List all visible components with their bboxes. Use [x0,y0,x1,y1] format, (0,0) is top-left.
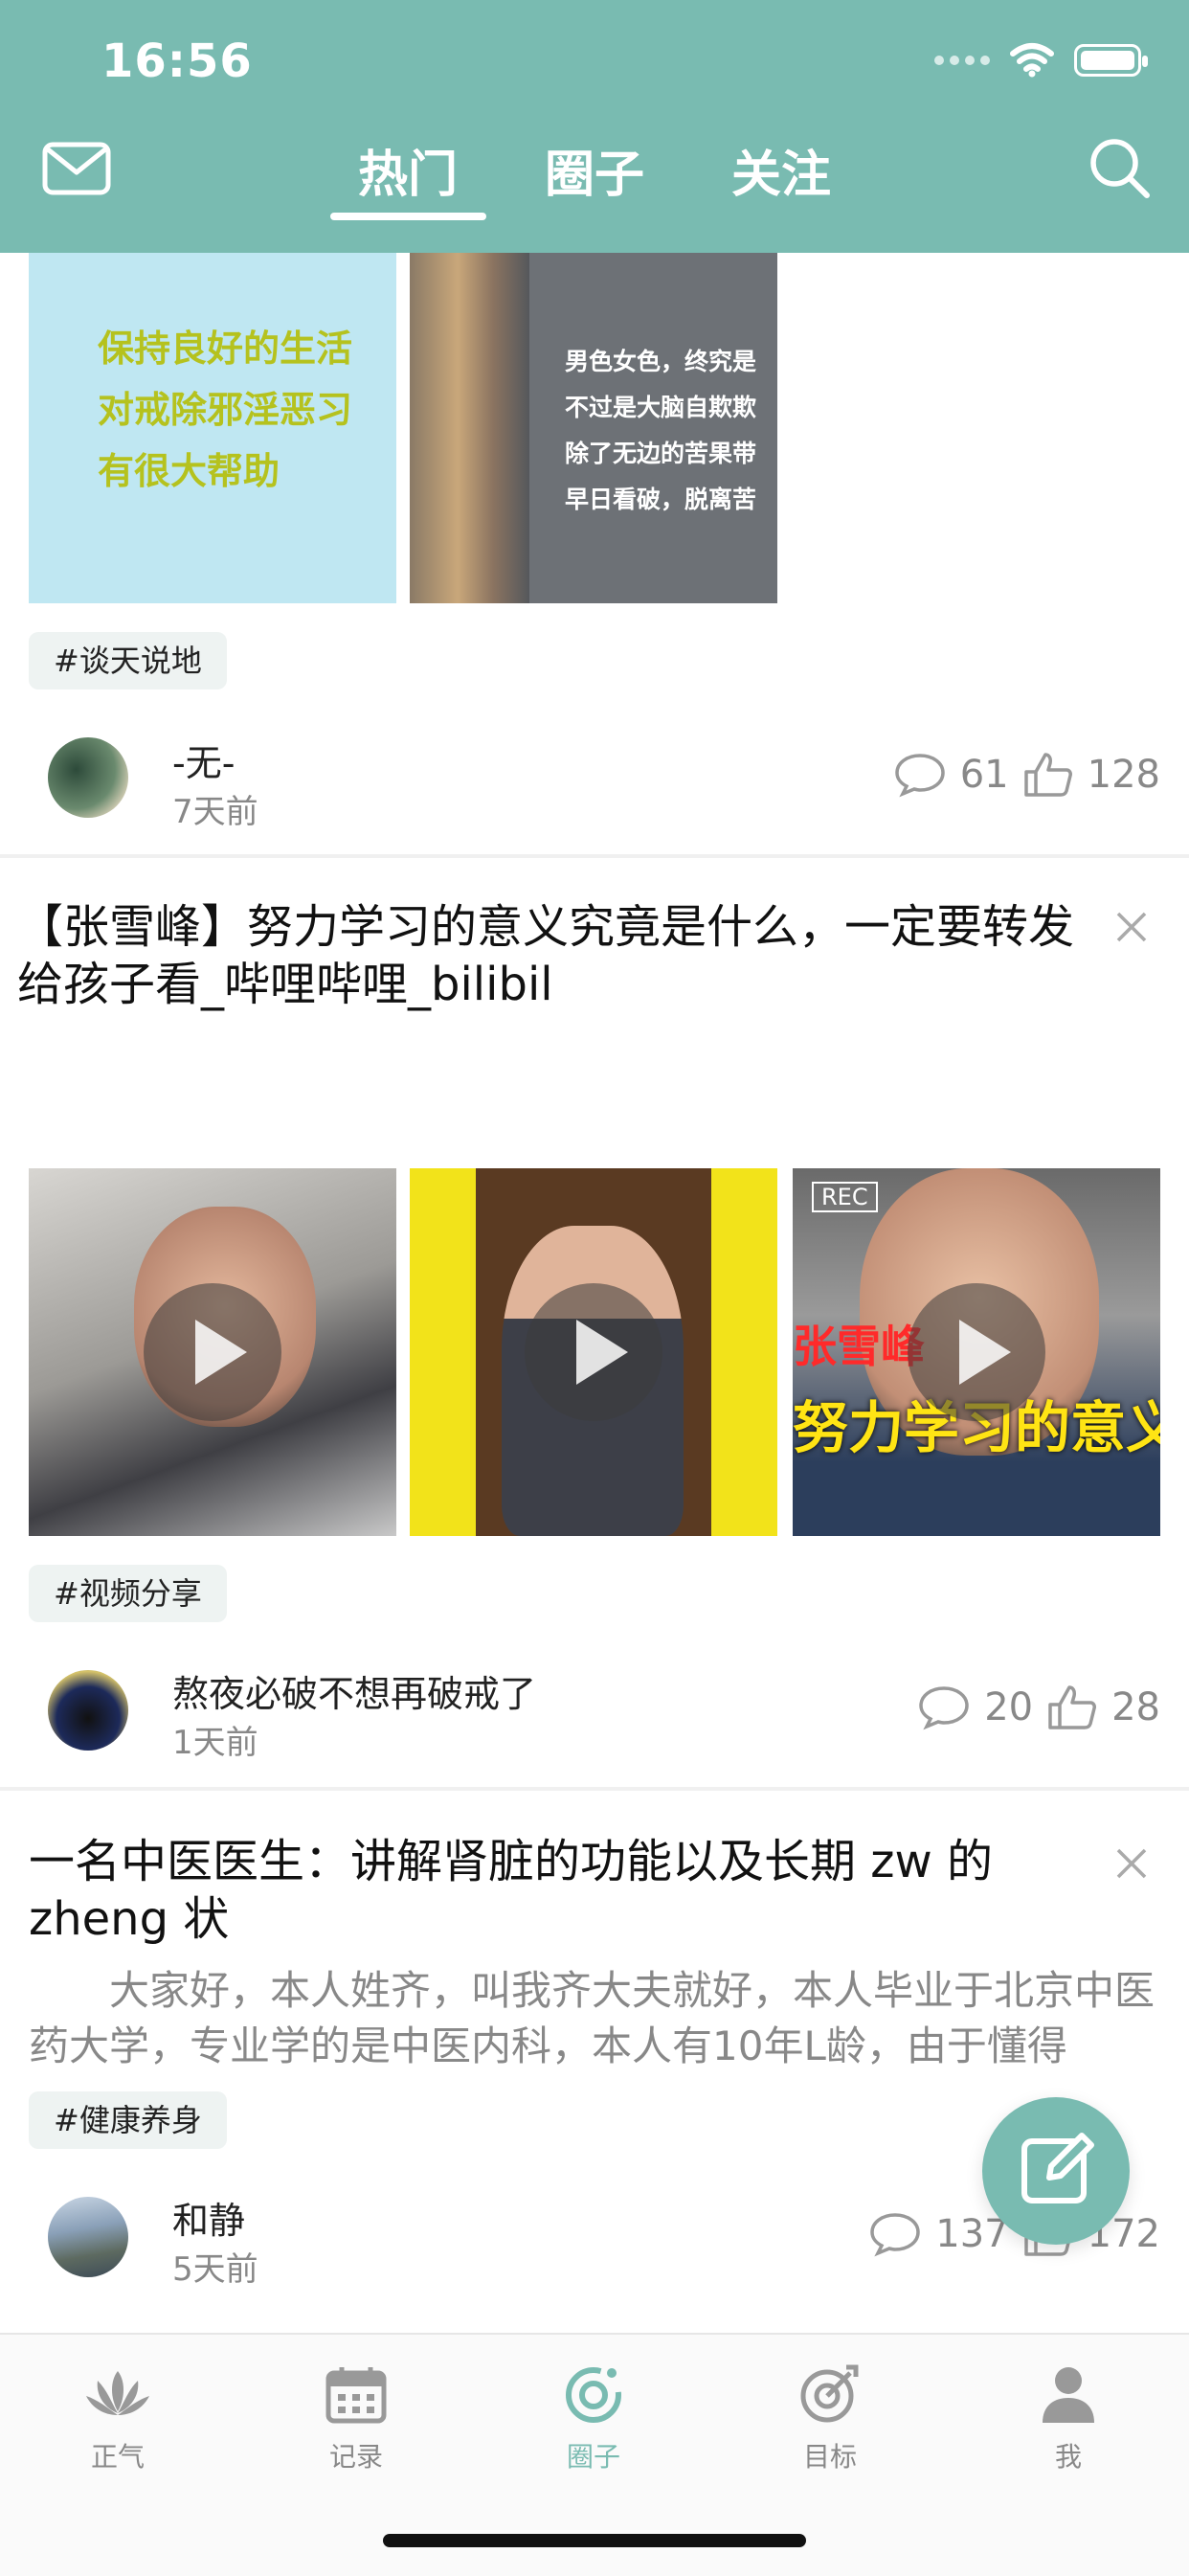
lotus-icon [86,2371,149,2415]
topic-tag[interactable]: #视频分享 [29,1565,227,1622]
nav-item-circle[interactable]: 圈子 [527,2363,661,2474]
play-icon[interactable] [525,1283,662,1421]
tab-hot[interactable]: 热门 [315,134,502,230]
post-stats: 61 128 [893,751,1160,799]
battery-icon [1074,44,1148,77]
nav-item-target[interactable]: 目标 [763,2363,897,2474]
calendar-icon [325,2367,387,2424]
image-text-line: 保持良好的生活 [98,328,353,370]
post-time: 5天前 [172,2250,258,2289]
nav-item-zhengqi[interactable]: 正气 [51,2363,185,2474]
post-card[interactable]: 【张雪峰】努力学习的意义究竟是什么，一定要转发给孩子看_哔哩哔哩_bilibil… [0,858,1189,1787]
tab-active-indicator [329,213,486,220]
comment-icon[interactable] [893,752,947,798]
play-icon[interactable] [144,1283,281,1421]
carved-figure [410,253,529,603]
target-icon [800,2364,859,2423]
like-count: 128 [1087,753,1160,797]
nav-item-record[interactable]: 记录 [289,2363,423,2474]
top-header: 16:56 热门 圈子 关注 [0,0,1189,253]
compose-button[interactable] [982,2097,1130,2245]
status-time: 16:56 [101,34,253,88]
circle-icon [566,2367,621,2423]
image-text-line: 除了无边的苦果带 [565,440,757,467]
topic-tag[interactable]: #健康养身 [29,2091,227,2149]
image-text-line: 不过是大脑自欺欺 [565,394,757,421]
video-thumbnail[interactable] [410,1168,777,1536]
signal-icon [934,56,990,65]
username[interactable]: 和静 [172,2191,245,2244]
avatar[interactable] [48,737,128,818]
post-card[interactable]: 保持良好的生活 对戒除邪淫恶习 有很大帮助 男色女色，终究是 不过是大脑自欺欺 … [0,253,1189,856]
play-icon[interactable] [908,1283,1045,1421]
username[interactable]: 熬夜必破不想再破戒了 [172,1664,536,1717]
post-time: 7天前 [172,793,258,831]
like-icon[interactable] [1046,1683,1098,1731]
tab-circle[interactable]: 圈子 [502,134,688,230]
post-excerpt[interactable]: 大家好，本人姓齐，叫我齐大夫就好，本人毕业于北京中医药大学，专业学的是中医内科，… [29,1963,1158,2074]
tab-circle-label: 圈子 [544,147,644,204]
avatar[interactable] [48,1670,128,1751]
feed-tabs: 热门 圈子 关注 [0,134,1189,230]
close-icon[interactable] [1112,1844,1151,1883]
comment-count: 61 [959,753,1009,797]
video-rec-label: REC [812,1182,878,1212]
avatar[interactable] [48,2197,128,2277]
nav-label: 记录 [328,2441,383,2473]
post-title[interactable]: 一名中医医生：讲解肾脏的功能以及长期 zw 的 zheng 状 [29,1833,1063,1948]
close-icon[interactable] [1112,908,1151,946]
search-icon[interactable] [1088,136,1151,199]
comment-count: 20 [984,1685,1034,1729]
person-icon [1043,2367,1094,2423]
nav-label: 我 [1054,2441,1082,2473]
image-text-line: 早日看破，脱离苦 [565,486,757,513]
post-image[interactable]: 男色女色，终究是 不过是大脑自欺欺 除了无边的苦果带 早日看破，脱离苦 [410,253,777,603]
image-text-line: 男色女色，终究是 [565,348,757,375]
tab-hot-label: 热门 [357,147,458,204]
tab-follow-label: 关注 [730,147,831,204]
post-stats: 20 28 [917,1683,1160,1731]
comment-icon[interactable] [868,2211,922,2257]
edit-icon [1021,2133,1094,2203]
post-title[interactable]: 【张雪峰】努力学习的意义究竟是什么，一定要转发给孩子看_哔哩哔哩_bilibil [17,898,1080,1013]
like-count: 28 [1111,1685,1160,1729]
video-thumbnail[interactable] [29,1168,396,1536]
image-text-line: 对戒除邪淫恶习 [98,389,353,431]
post-image[interactable]: 保持良好的生活 对戒除邪淫恶习 有很大帮助 [29,253,396,603]
username[interactable]: -无- [172,734,235,786]
nav-label: 圈子 [566,2441,620,2473]
nav-label: 目标 [802,2441,857,2473]
video-caption-name: 张雪峰 [793,1321,925,1372]
comment-icon[interactable] [917,1684,971,1730]
nav-item-me[interactable]: 我 [1001,2363,1135,2474]
post-time: 1天前 [172,1724,258,1762]
like-icon[interactable] [1022,751,1074,799]
video-thumbnail[interactable]: REC 张雪峰 努力学习的意义 [793,1168,1160,1536]
home-indicator [383,2534,806,2547]
tab-follow[interactable]: 关注 [688,134,875,230]
nav-label: 正气 [90,2441,145,2473]
status-indicators [934,42,1148,79]
wifi-icon [1010,43,1054,78]
image-text-line: 有很大帮助 [98,450,280,492]
topic-tag[interactable]: #谈天说地 [29,632,227,689]
